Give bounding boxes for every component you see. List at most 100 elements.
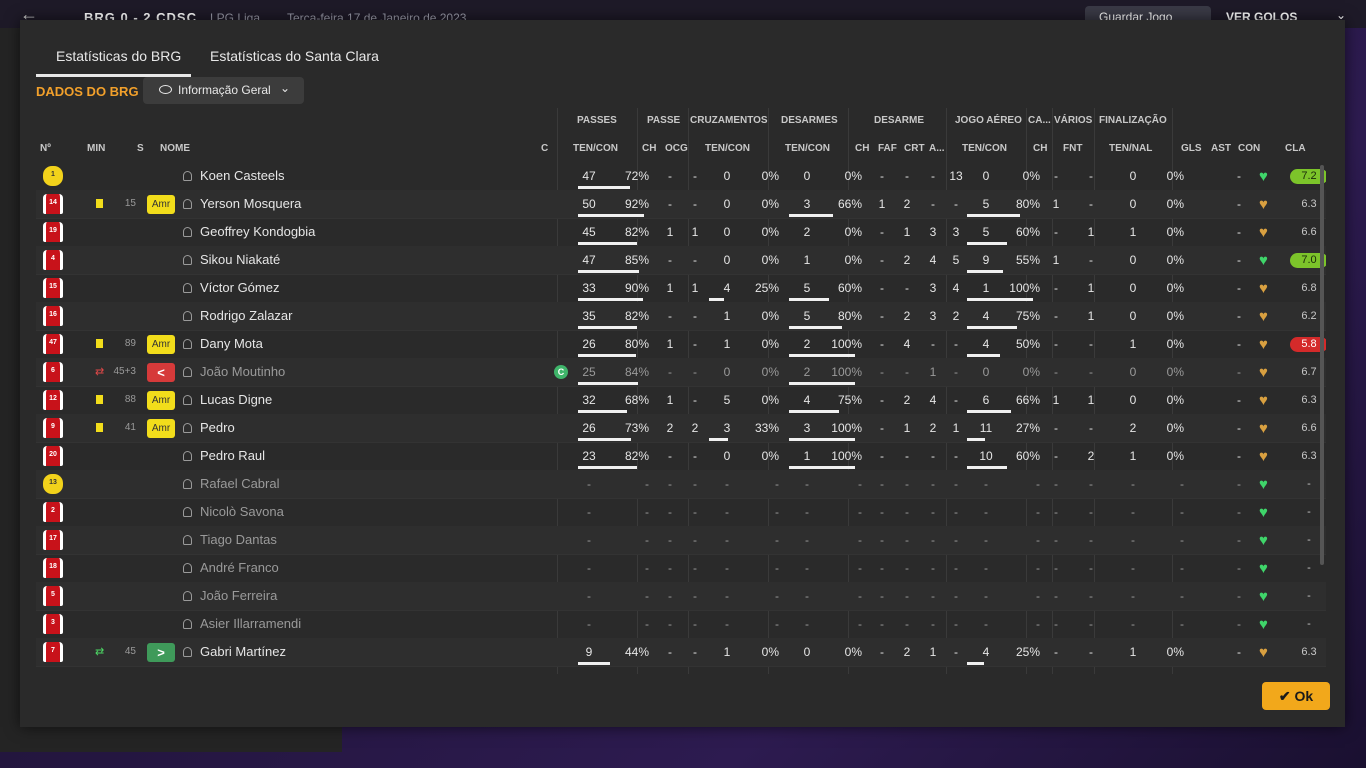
stat-dfaf: 2 (903, 645, 911, 659)
table-row[interactable]: 15 Víctor Gómez 33 90% 1 1 4 25% 5 60% - -3 4 1 100% -1… (36, 274, 1326, 303)
col-des-a[interactable]: A... (929, 143, 945, 154)
stat-da: 3 (952, 225, 960, 239)
tab-santa-clara-stats[interactable]: Estatísticas do Santa Clara (210, 48, 379, 64)
stat-ast: - (1237, 449, 1241, 463)
player-name[interactable]: Gabri Martínez (200, 638, 286, 666)
col-passe-ch[interactable]: CH (642, 143, 656, 154)
table-row[interactable]: 20 Pedro Raul 23 82% - -0 0% 1 100% - - - -10 60% -2 1 0… (36, 442, 1326, 471)
table-row[interactable]: 47 89 Amr Dany Mota 26 80% 1-1 0% 2 100% -4- -4 50% -… (36, 330, 1326, 359)
stat-cach: 1 (1052, 253, 1060, 267)
player-name[interactable]: Tiago Dantas (200, 526, 277, 554)
stat-gls (1200, 246, 1220, 274)
col-ast[interactable]: AST (1211, 143, 1231, 154)
col-des-ch[interactable]: CH (855, 143, 869, 154)
col-fin-ten-nal[interactable]: TEN/NAL (1109, 143, 1152, 154)
stat-dp: 0% (844, 253, 862, 267)
col-cla[interactable]: CLA (1285, 143, 1306, 154)
col-gls[interactable]: GLS (1181, 143, 1202, 154)
player-name[interactable]: Asier Illarramendi (200, 610, 301, 638)
table-row[interactable]: 17 Tiago Dantas - - - - - - - - - - - - - - - - - - - ♥ - (36, 526, 1326, 555)
stat-ast: - (1237, 253, 1241, 267)
stat-pt: - (587, 477, 591, 491)
stat-dfaf: 2 (903, 393, 911, 407)
table-row[interactable]: 5 João Ferreira - - - - - - - - - - - - - - - - - - - ♥ - (36, 582, 1326, 611)
col-s[interactable]: S (137, 143, 144, 154)
stat-fp: 0% (1166, 281, 1184, 295)
table-row[interactable]: 18 André Franco - - - - - - - - - - - - - - - - - - - ♥ - (36, 554, 1326, 583)
stat-da: - (954, 533, 958, 547)
success-rate-bar (578, 410, 627, 413)
table-row[interactable]: 3 Asier Illarramendi - - - - - - - - - - - - - - - - - - - ♥ - (36, 610, 1326, 639)
player-name[interactable]: Dany Mota (200, 330, 263, 358)
eye-icon (159, 85, 172, 94)
player-name[interactable]: Lucas Digne (200, 386, 272, 414)
col-aer-ten-con[interactable]: TEN/CON (962, 143, 1007, 154)
stat-gls (1200, 358, 1220, 386)
player-name[interactable]: Yerson Mosquera (200, 190, 301, 218)
shirt-number-icon: 2 (43, 502, 63, 522)
player-name[interactable]: Koen Casteels (200, 162, 285, 190)
table-row[interactable]: 2 Nicolò Savona - - - - - - - - - - - - - - - - - - - ♥ - (36, 498, 1326, 527)
stat-da: - (954, 645, 958, 659)
player-name[interactable]: Geoffrey Kondogbia (200, 218, 315, 246)
table-row[interactable]: 13 Rafael Cabral - - - - - - - - - - - - - - - - - - - ♥ - (36, 470, 1326, 499)
stat-da: - (954, 337, 958, 351)
tab-brg-stats[interactable]: Estatísticas do BRG (56, 48, 181, 64)
col-min[interactable]: MIN (87, 143, 105, 154)
col-var-fnt[interactable]: FNT (1063, 143, 1082, 154)
stat-pch: - (668, 253, 672, 267)
table-row[interactable]: 4 Sikou Niakaté 47 85% - -0 0% 1 0% -2 4 5 9 55% 1-0 0%… (36, 246, 1326, 275)
col-nome[interactable]: NOME (160, 143, 190, 154)
player-name[interactable]: Pedro Raul (200, 442, 265, 470)
stat-ap: 0% (1022, 365, 1040, 379)
col-cruz-ten-con[interactable]: TEN/CON (705, 143, 750, 154)
sub-out-icon: < (147, 363, 175, 382)
player-name[interactable]: João Moutinho (200, 358, 285, 386)
table-row[interactable]: 14 15 Amr Yerson Mosquera 50 92% - -0 0% 3 66% 1 2- -… (36, 190, 1326, 219)
table-row[interactable]: 19 Geoffrey Kondogbia 45 82% 1 1 0 0% 2 0% -1 3 3 5 60… (36, 218, 1326, 247)
table-row[interactable]: 7 ⇄ 45 > Gabri Martínez 9 44% - -1 0% 0 0% -2 1-4 25% -… (36, 638, 1326, 667)
stat-da: - (954, 589, 958, 603)
stat-cp: - (775, 533, 779, 547)
minute-cell (108, 470, 136, 498)
player-name[interactable]: Pedro (200, 414, 235, 442)
minute-cell: 41 (124, 422, 136, 433)
player-name[interactable]: Rafael Cabral (200, 470, 280, 498)
stat-gls (1200, 582, 1220, 610)
minute-cell (108, 610, 136, 638)
minute-cell: 45+3 (113, 366, 136, 377)
stat-ap: 60% (1015, 449, 1040, 463)
player-name[interactable]: André Franco (200, 554, 279, 582)
col-c[interactable]: C (541, 143, 548, 154)
stat-dcrt: - (931, 505, 935, 519)
player-name[interactable]: João Ferreira (200, 582, 277, 610)
view-select-dropdown[interactable]: Informação Geral ⌄ (143, 77, 304, 104)
stat-pocg: - (693, 477, 697, 491)
stat-ct: - (725, 589, 729, 603)
col-num[interactable]: Nº (40, 143, 51, 154)
stat-pch: 1 (666, 225, 674, 239)
player-name[interactable]: Sikou Niakaté (200, 246, 280, 274)
col-des-faf[interactable]: FAF (878, 143, 897, 154)
condition-heart-icon: ♥ (1259, 168, 1268, 185)
table-row[interactable]: 9 41 Amr Pedro 26 73% 2 2 3 33% 3 100% -1 2 1 11 27% - -2 0… (36, 414, 1326, 443)
table-row[interactable]: 12 88 Amr Lucas Digne 32 68% 1-5 0% 4 75% -2 4-6 66%… (36, 386, 1326, 415)
ok-button[interactable]: ✔ Ok (1262, 682, 1330, 710)
table-row[interactable]: 6 ⇄ 45+3 < João Moutinho C 25 84% - -0 0% 2 100% - -1-… (36, 358, 1326, 387)
player-name[interactable]: Víctor Gómez (200, 274, 279, 302)
player-name[interactable]: Rodrigo Zalazar (200, 302, 293, 330)
shirt-number-icon: 7 (43, 642, 63, 662)
col-pass-ten-con[interactable]: TEN/CON (573, 143, 618, 154)
condition-heart-icon: ♥ (1259, 196, 1268, 213)
table-row[interactable]: 16 Rodrigo Zalazar 35 82% - -1 0% 5 80% -2 3 2 4 75% -… (36, 302, 1326, 331)
table-row[interactable]: 1 Koen Casteels 47 72% - -0 0% 0 0% - - -13 0 0% - -0 0%… (36, 162, 1326, 191)
col-passe-ocg[interactable]: OCG (665, 143, 688, 154)
vertical-scrollbar[interactable] (1320, 165, 1324, 565)
col-con[interactable]: CON (1238, 143, 1260, 154)
stat-cp: - (775, 561, 779, 575)
player-name[interactable]: Nicolò Savona (200, 498, 284, 526)
col-des-ten-con[interactable]: TEN/CON (785, 143, 830, 154)
col-ca-ch[interactable]: CH (1033, 143, 1047, 154)
col-des-crt[interactable]: CRT (904, 143, 925, 154)
stat-ast: - (1237, 337, 1241, 351)
